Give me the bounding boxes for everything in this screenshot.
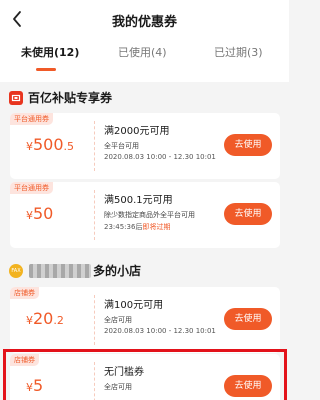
currency-symbol: ¥: [26, 209, 33, 222]
coupon-period: 2020.08.03 10:00 - 12.30 10:01: [104, 153, 216, 161]
coupon-card: 平台通用券 ¥50 满500.1元可用 除少数指定商品外全平台可用 23:45:…: [10, 182, 280, 248]
coupon-condition: 满500.1元可用: [104, 195, 173, 206]
section-title: 多的小店: [93, 264, 142, 278]
coupon-badge-icon: [9, 90, 23, 105]
header: 我的优惠券 未使用(12) 已使用(4) 已过期(3): [0, 0, 289, 82]
use-coupon-button[interactable]: 去使用: [224, 134, 272, 156]
tab-used[interactable]: 已使用(4): [118, 44, 167, 60]
coupon-tag: 平台通用券: [10, 113, 53, 125]
section-title: 百亿补贴专享券: [28, 91, 113, 105]
coupon-scope: 全平台可用: [104, 142, 139, 150]
period-warning: 即将过期: [142, 223, 171, 231]
use-coupon-button[interactable]: 去使用: [224, 203, 272, 225]
period-text: 2020.08.03 10:00 - 12.30 10:01: [104, 153, 216, 161]
amount-integer: 500: [33, 135, 64, 154]
period-text: 23:45:36后: [104, 223, 143, 231]
coupon-tag: 平台通用券: [10, 182, 53, 194]
use-coupon-button[interactable]: 去使用: [224, 308, 272, 330]
highlight-box: [3, 349, 287, 400]
coupon-period: 2020.08.03 10:00 - 12.30 10:01: [104, 327, 216, 335]
tab-bar: 未使用(12) 已使用(4) 已过期(3): [0, 44, 289, 76]
divider: [94, 295, 95, 345]
active-tab-indicator: [36, 68, 56, 71]
period-text: 2020.08.03 10:00 - 12.30 10:01: [104, 327, 216, 335]
tab-expired[interactable]: 已过期(3): [214, 44, 263, 60]
blurred-store-name: [29, 263, 91, 278]
currency-symbol: ¥: [26, 314, 33, 327]
divider: [94, 190, 95, 240]
amount-integer: 20: [33, 309, 54, 328]
store-icon: FAX: [9, 263, 23, 278]
section-header-store: FAX 多的小店: [9, 262, 141, 279]
tab-unused[interactable]: 未使用(12): [21, 44, 79, 60]
coupon-scope: 全店可用: [104, 316, 132, 324]
coupon-condition: 满100元可用: [104, 300, 164, 311]
amount-decimal: .2: [53, 314, 64, 327]
coupon-amount: ¥50: [26, 204, 53, 223]
coupon-scope: 除少数指定商品外全平台可用: [104, 211, 195, 219]
amount-decimal: .5: [63, 140, 75, 153]
amount-integer: 50: [33, 204, 54, 223]
coupon-amount: ¥500.5: [26, 135, 74, 154]
coupon-tag: 店铺券: [10, 287, 39, 299]
coupon-card: 平台通用券 ¥500.5 满2000元可用 全平台可用 2020.08.03 1…: [10, 113, 280, 179]
coupon-amount: ¥20.2: [26, 309, 64, 328]
coupon-card: 店铺券 ¥20.2 满100元可用 全店可用 2020.08.03 10:00 …: [10, 287, 280, 353]
page-title: 我的优惠券: [111, 15, 177, 30]
coupon-condition: 满2000元可用: [104, 126, 170, 137]
divider: [94, 121, 95, 171]
coupon-period: 23:45:36后即将过期: [104, 222, 170, 232]
currency-symbol: ¥: [26, 140, 33, 153]
section-header-subsidy: 百亿补贴专享券: [9, 89, 112, 106]
